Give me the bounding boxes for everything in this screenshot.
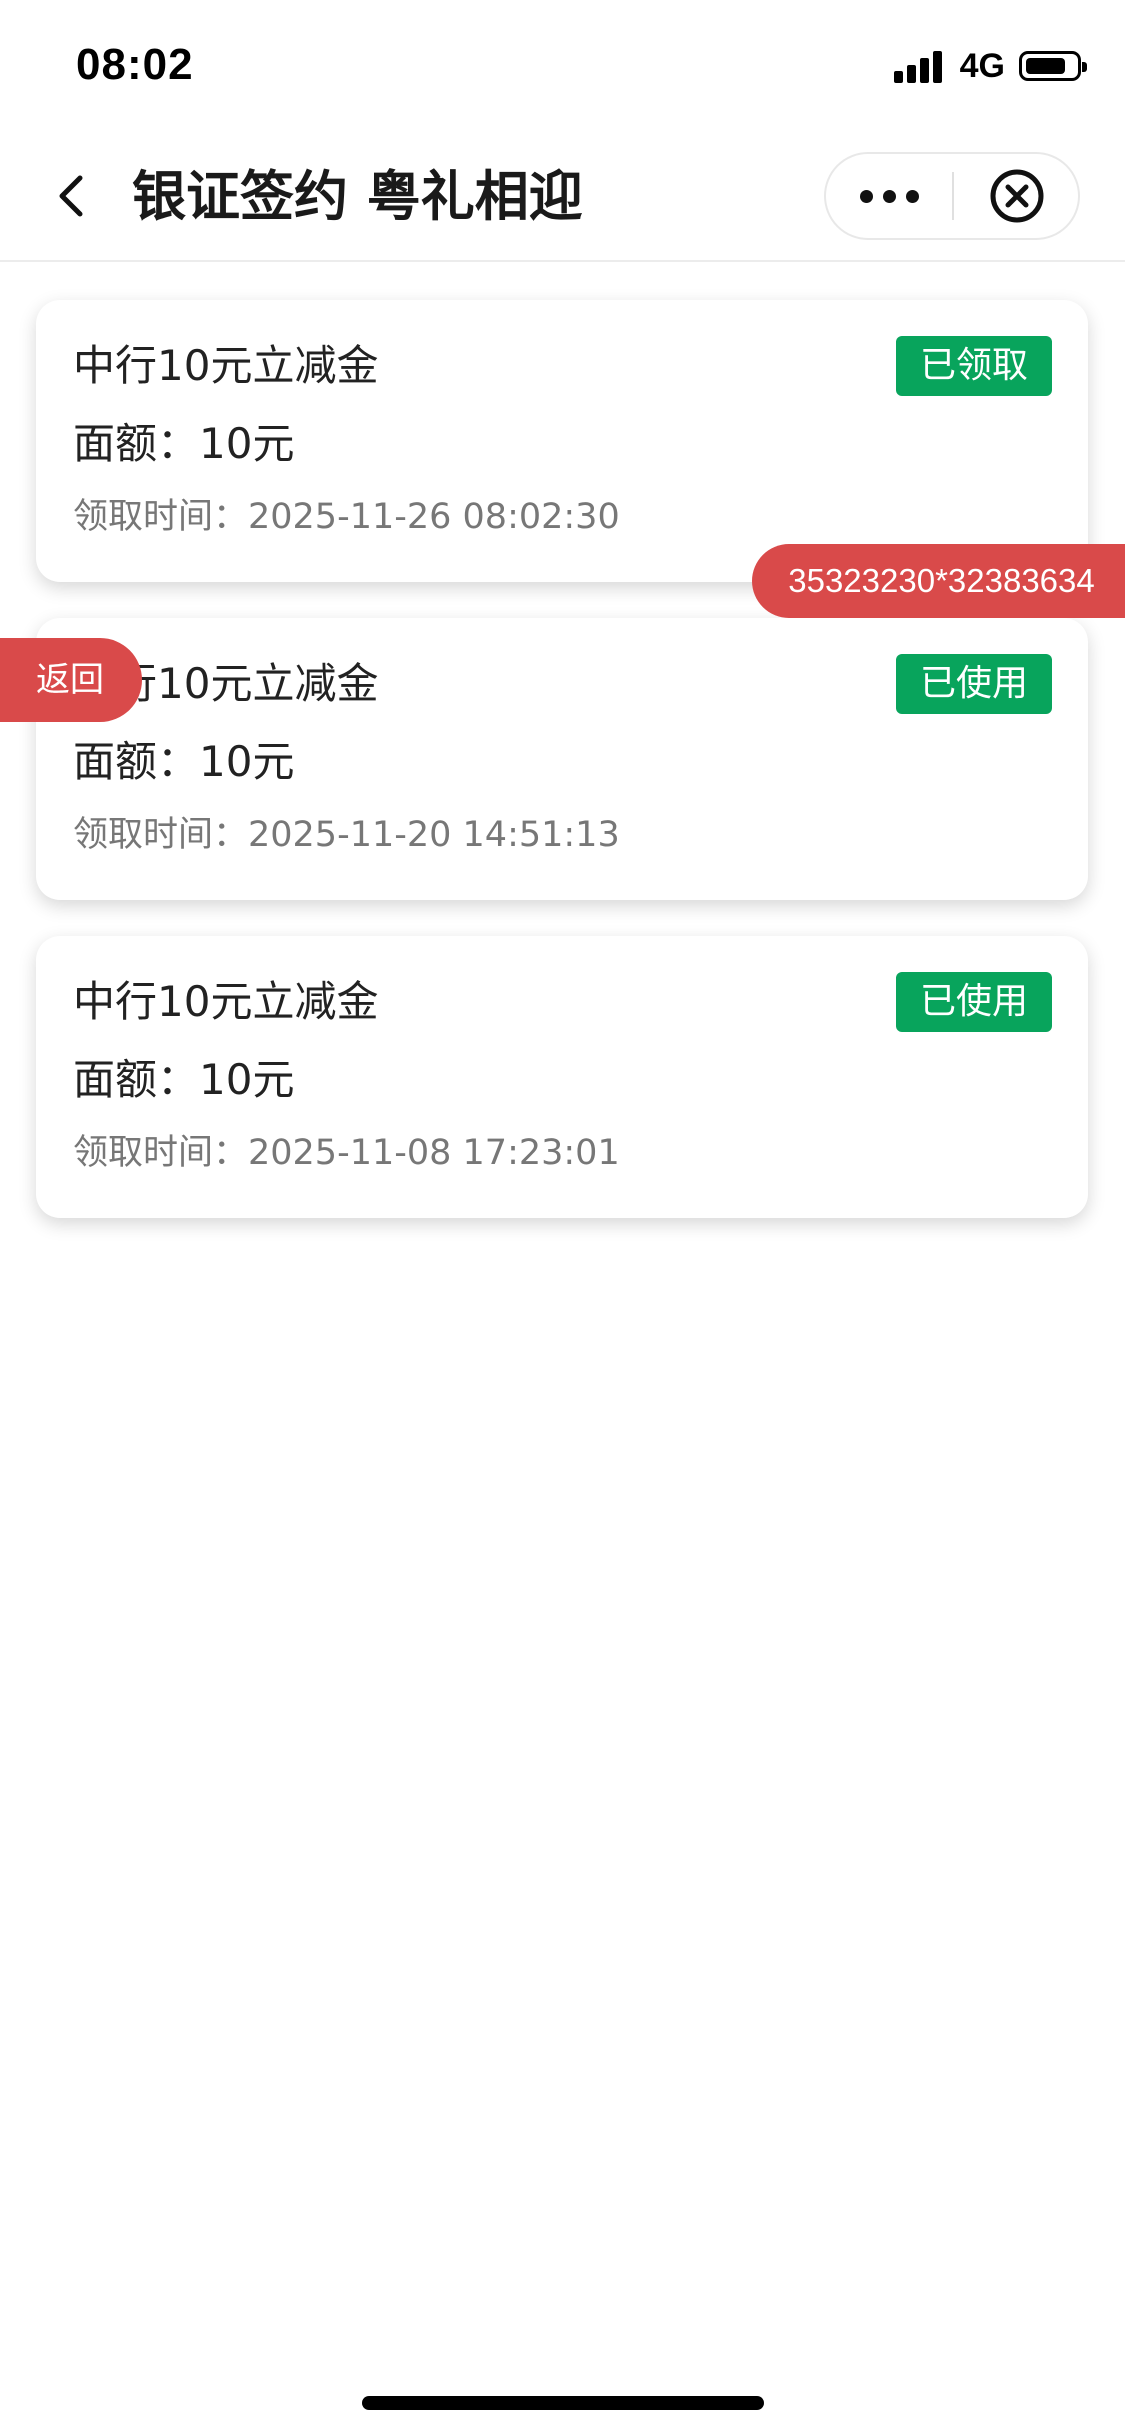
coupon-title: 中行10元立减金 — [73, 341, 379, 390]
circle-close-icon[interactable] — [954, 154, 1080, 238]
nav-bar: 银证签约 粤礼相迎 — [0, 130, 1125, 262]
mini-program-capsule — [824, 152, 1080, 240]
battery-cap — [1082, 62, 1087, 72]
code-tag[interactable]: 35323230*32383634 — [752, 544, 1125, 618]
coupon-card[interactable]: 中行10元立减金 面额：10元 领取时间：2025-11-20 14:51:13… — [36, 618, 1088, 900]
status-bar: 08:02 4G — [0, 0, 1125, 130]
coupon-card[interactable]: 中行10元立减金 面额：10元 领取时间：2025-11-08 17:23:01… — [36, 936, 1088, 1218]
coupon-receive-time: 领取时间：2025-11-26 08:02:30 — [73, 497, 620, 537]
floating-back-button[interactable]: 返回 — [0, 638, 142, 722]
status-badge: 已领取 — [896, 336, 1052, 396]
status-badge: 已使用 — [896, 972, 1052, 1032]
coupon-receive-time: 领取时间：2025-11-08 17:23:01 — [73, 1133, 620, 1173]
coupon-title: 中行10元立减金 — [73, 977, 379, 1026]
coupon-amount: 面额：10元 — [73, 1055, 295, 1104]
network-label: 4G — [959, 46, 1005, 85]
coupon-amount: 面额：10元 — [73, 419, 295, 468]
more-dots-icon[interactable] — [826, 154, 952, 238]
status-badge: 已使用 — [896, 654, 1052, 714]
home-indicator[interactable] — [362, 2396, 764, 2410]
page-title: 银证签约 粤礼相迎 — [132, 165, 583, 228]
battery-icon — [1019, 51, 1087, 81]
chevron-left-icon[interactable] — [48, 166, 98, 226]
cellular-signal-icon — [893, 49, 946, 83]
status-indicators: 4G — [893, 46, 1087, 86]
status-time: 08:02 — [76, 40, 194, 89]
battery-fill — [1026, 58, 1066, 74]
coupon-card[interactable]: 中行10元立减金 面额：10元 领取时间：2025-11-26 08:02:30… — [36, 300, 1088, 582]
coupon-amount: 面额：10元 — [73, 737, 295, 786]
coupon-receive-time: 领取时间：2025-11-20 14:51:13 — [73, 815, 620, 855]
